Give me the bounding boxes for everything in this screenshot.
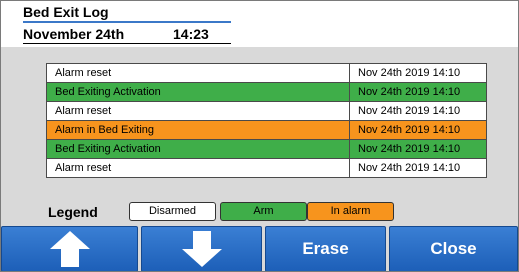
legend-disarmed: Disarmed xyxy=(129,202,216,221)
current-date: November 24th xyxy=(23,26,125,42)
title-underline xyxy=(23,21,231,23)
scroll-down-button[interactable] xyxy=(141,226,262,271)
log-row[interactable]: Bed Exiting Activation Nov 24th 2019 14:1… xyxy=(46,139,487,159)
log-timestamp-cell: Nov 24th 2019 14:10 xyxy=(349,101,487,121)
arrow-up-icon xyxy=(49,231,90,267)
log-event-cell: Alarm reset xyxy=(46,158,350,178)
bed-exit-log-screen: Bed Exit Log November 24th 14:23 Alarm r… xyxy=(0,0,519,272)
log-table-body: Alarm reset Nov 24th 2019 14:10 Bed Exitin… xyxy=(46,63,487,178)
log-row[interactable]: Alarm reset Nov 24th 2019 14:10 xyxy=(46,158,487,178)
log-timestamp-cell: Nov 24th 2019 14:10 xyxy=(349,158,487,178)
legend-title: Legend xyxy=(48,204,98,220)
log-row[interactable]: Alarm reset Nov 24th 2019 14:10 xyxy=(46,63,487,83)
close-button[interactable]: Close xyxy=(389,226,518,271)
log-row[interactable]: Alarm in Bed Exiting Nov 24th 2019 14:10 xyxy=(46,120,487,140)
header: Bed Exit Log November 24th 14:23 xyxy=(1,1,518,47)
log-event-cell: Alarm reset xyxy=(46,63,350,83)
log-timestamp-cell: Nov 24th 2019 14:10 xyxy=(349,63,487,83)
current-time: 14:23 xyxy=(173,26,209,42)
arrow-down-icon xyxy=(181,231,222,267)
erase-button[interactable]: Erase xyxy=(265,226,386,271)
legend-arm: Arm xyxy=(220,202,307,221)
log-event-cell: Alarm in Bed Exiting xyxy=(46,120,350,140)
log-table: Alarm reset Nov 24th 2019 14:10 Bed Exitin… xyxy=(46,63,487,178)
date-underline xyxy=(23,43,231,44)
log-row[interactable]: Bed Exiting Activation Nov 24th 2019 14:1… xyxy=(46,82,487,102)
log-event-cell: Bed Exiting Activation xyxy=(46,82,350,102)
scroll-up-button[interactable] xyxy=(1,226,138,271)
log-timestamp-cell: Nov 24th 2019 14:10 xyxy=(349,82,487,102)
log-event-cell: Alarm reset xyxy=(46,101,350,121)
log-row[interactable]: Alarm reset Nov 24th 2019 14:10 xyxy=(46,101,487,121)
legend-in-alarm: In alarm xyxy=(307,202,394,221)
log-timestamp-cell: Nov 24th 2019 14:10 xyxy=(349,120,487,140)
log-timestamp-cell: Nov 24th 2019 14:10 xyxy=(349,139,487,159)
page-title: Bed Exit Log xyxy=(23,4,109,20)
log-event-cell: Bed Exiting Activation xyxy=(46,139,350,159)
